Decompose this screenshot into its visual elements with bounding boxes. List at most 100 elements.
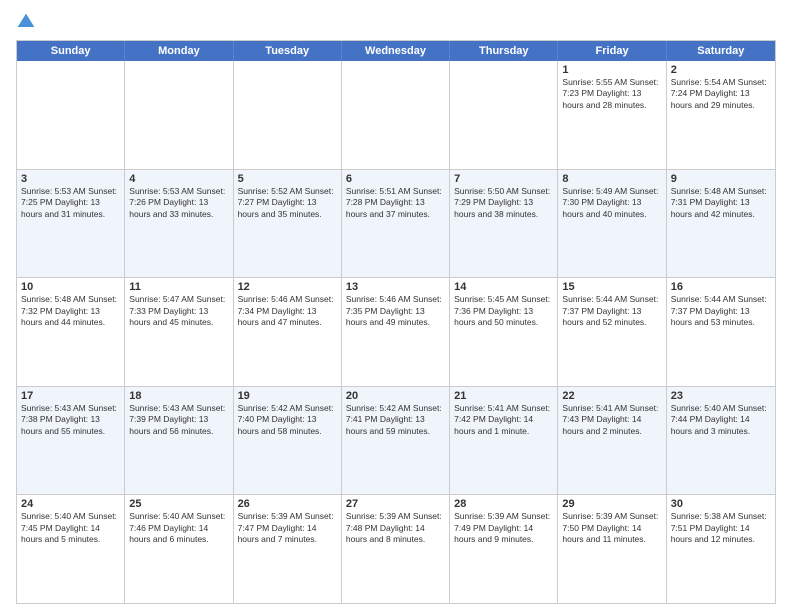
- cal-cell: 4Sunrise: 5:53 AM Sunset: 7:26 PM Daylig…: [125, 170, 233, 278]
- cal-cell: 1Sunrise: 5:55 AM Sunset: 7:23 PM Daylig…: [558, 61, 666, 169]
- day-info: Sunrise: 5:40 AM Sunset: 7:45 PM Dayligh…: [21, 511, 120, 545]
- cal-cell: 14Sunrise: 5:45 AM Sunset: 7:36 PM Dayli…: [450, 278, 558, 386]
- day-info: Sunrise: 5:48 AM Sunset: 7:31 PM Dayligh…: [671, 186, 771, 220]
- cal-cell: 10Sunrise: 5:48 AM Sunset: 7:32 PM Dayli…: [17, 278, 125, 386]
- cal-cell: 3Sunrise: 5:53 AM Sunset: 7:25 PM Daylig…: [17, 170, 125, 278]
- cal-cell: [234, 61, 342, 169]
- header-cell-sunday: Sunday: [17, 41, 125, 61]
- cal-cell: 23Sunrise: 5:40 AM Sunset: 7:44 PM Dayli…: [667, 387, 775, 495]
- header-cell-monday: Monday: [125, 41, 233, 61]
- day-number: 9: [671, 173, 771, 185]
- logo: [16, 12, 40, 32]
- day-info: Sunrise: 5:48 AM Sunset: 7:32 PM Dayligh…: [21, 294, 120, 328]
- page: SundayMondayTuesdayWednesdayThursdayFrid…: [0, 0, 792, 612]
- cal-cell: 6Sunrise: 5:51 AM Sunset: 7:28 PM Daylig…: [342, 170, 450, 278]
- day-info: Sunrise: 5:44 AM Sunset: 7:37 PM Dayligh…: [562, 294, 661, 328]
- header-cell-tuesday: Tuesday: [234, 41, 342, 61]
- day-info: Sunrise: 5:46 AM Sunset: 7:34 PM Dayligh…: [238, 294, 337, 328]
- cal-cell: 28Sunrise: 5:39 AM Sunset: 7:49 PM Dayli…: [450, 495, 558, 603]
- day-info: Sunrise: 5:41 AM Sunset: 7:43 PM Dayligh…: [562, 403, 661, 437]
- day-number: 25: [129, 498, 228, 510]
- day-info: Sunrise: 5:43 AM Sunset: 7:39 PM Dayligh…: [129, 403, 228, 437]
- cal-cell: 24Sunrise: 5:40 AM Sunset: 7:45 PM Dayli…: [17, 495, 125, 603]
- day-number: 22: [562, 390, 661, 402]
- cal-cell: 13Sunrise: 5:46 AM Sunset: 7:35 PM Dayli…: [342, 278, 450, 386]
- cal-cell: 27Sunrise: 5:39 AM Sunset: 7:48 PM Dayli…: [342, 495, 450, 603]
- cal-cell: 19Sunrise: 5:42 AM Sunset: 7:40 PM Dayli…: [234, 387, 342, 495]
- day-info: Sunrise: 5:49 AM Sunset: 7:30 PM Dayligh…: [562, 186, 661, 220]
- cal-row-4: 24Sunrise: 5:40 AM Sunset: 7:45 PM Dayli…: [17, 494, 775, 603]
- day-info: Sunrise: 5:45 AM Sunset: 7:36 PM Dayligh…: [454, 294, 553, 328]
- cal-cell: [17, 61, 125, 169]
- cal-cell: 20Sunrise: 5:42 AM Sunset: 7:41 PM Dayli…: [342, 387, 450, 495]
- cal-cell: 8Sunrise: 5:49 AM Sunset: 7:30 PM Daylig…: [558, 170, 666, 278]
- cal-row-0: 1Sunrise: 5:55 AM Sunset: 7:23 PM Daylig…: [17, 61, 775, 169]
- day-info: Sunrise: 5:39 AM Sunset: 7:49 PM Dayligh…: [454, 511, 553, 545]
- day-number: 19: [238, 390, 337, 402]
- cal-cell: [450, 61, 558, 169]
- cal-cell: 25Sunrise: 5:40 AM Sunset: 7:46 PM Dayli…: [125, 495, 233, 603]
- day-number: 30: [671, 498, 771, 510]
- calendar: SundayMondayTuesdayWednesdayThursdayFrid…: [16, 40, 776, 604]
- day-info: Sunrise: 5:52 AM Sunset: 7:27 PM Dayligh…: [238, 186, 337, 220]
- day-number: 1: [562, 64, 661, 76]
- day-info: Sunrise: 5:55 AM Sunset: 7:23 PM Dayligh…: [562, 77, 661, 111]
- day-number: 4: [129, 173, 228, 185]
- day-number: 17: [21, 390, 120, 402]
- cal-cell: 26Sunrise: 5:39 AM Sunset: 7:47 PM Dayli…: [234, 495, 342, 603]
- day-info: Sunrise: 5:53 AM Sunset: 7:25 PM Dayligh…: [21, 186, 120, 220]
- day-number: 5: [238, 173, 337, 185]
- cal-cell: 9Sunrise: 5:48 AM Sunset: 7:31 PM Daylig…: [667, 170, 775, 278]
- day-info: Sunrise: 5:54 AM Sunset: 7:24 PM Dayligh…: [671, 77, 771, 111]
- day-number: 20: [346, 390, 445, 402]
- day-number: 18: [129, 390, 228, 402]
- day-info: Sunrise: 5:39 AM Sunset: 7:47 PM Dayligh…: [238, 511, 337, 545]
- cal-cell: 7Sunrise: 5:50 AM Sunset: 7:29 PM Daylig…: [450, 170, 558, 278]
- cal-row-1: 3Sunrise: 5:53 AM Sunset: 7:25 PM Daylig…: [17, 169, 775, 278]
- cal-cell: 5Sunrise: 5:52 AM Sunset: 7:27 PM Daylig…: [234, 170, 342, 278]
- day-info: Sunrise: 5:41 AM Sunset: 7:42 PM Dayligh…: [454, 403, 553, 437]
- day-info: Sunrise: 5:42 AM Sunset: 7:40 PM Dayligh…: [238, 403, 337, 437]
- day-number: 24: [21, 498, 120, 510]
- day-number: 12: [238, 281, 337, 293]
- day-number: 13: [346, 281, 445, 293]
- header-cell-saturday: Saturday: [667, 41, 775, 61]
- day-info: Sunrise: 5:38 AM Sunset: 7:51 PM Dayligh…: [671, 511, 771, 545]
- cal-cell: [125, 61, 233, 169]
- day-number: 14: [454, 281, 553, 293]
- day-info: Sunrise: 5:44 AM Sunset: 7:37 PM Dayligh…: [671, 294, 771, 328]
- header-cell-wednesday: Wednesday: [342, 41, 450, 61]
- logo-icon: [16, 12, 36, 32]
- day-info: Sunrise: 5:39 AM Sunset: 7:50 PM Dayligh…: [562, 511, 661, 545]
- cal-cell: 30Sunrise: 5:38 AM Sunset: 7:51 PM Dayli…: [667, 495, 775, 603]
- calendar-header: SundayMondayTuesdayWednesdayThursdayFrid…: [17, 41, 775, 61]
- day-number: 23: [671, 390, 771, 402]
- cal-row-3: 17Sunrise: 5:43 AM Sunset: 7:38 PM Dayli…: [17, 386, 775, 495]
- cal-cell: 11Sunrise: 5:47 AM Sunset: 7:33 PM Dayli…: [125, 278, 233, 386]
- calendar-body: 1Sunrise: 5:55 AM Sunset: 7:23 PM Daylig…: [17, 61, 775, 603]
- day-number: 26: [238, 498, 337, 510]
- day-number: 16: [671, 281, 771, 293]
- day-info: Sunrise: 5:42 AM Sunset: 7:41 PM Dayligh…: [346, 403, 445, 437]
- day-number: 28: [454, 498, 553, 510]
- cal-cell: 16Sunrise: 5:44 AM Sunset: 7:37 PM Dayli…: [667, 278, 775, 386]
- day-number: 27: [346, 498, 445, 510]
- day-number: 3: [21, 173, 120, 185]
- day-info: Sunrise: 5:47 AM Sunset: 7:33 PM Dayligh…: [129, 294, 228, 328]
- cal-cell: 17Sunrise: 5:43 AM Sunset: 7:38 PM Dayli…: [17, 387, 125, 495]
- cal-cell: [342, 61, 450, 169]
- header-cell-friday: Friday: [558, 41, 666, 61]
- cal-cell: 29Sunrise: 5:39 AM Sunset: 7:50 PM Dayli…: [558, 495, 666, 603]
- day-number: 11: [129, 281, 228, 293]
- day-number: 2: [671, 64, 771, 76]
- day-info: Sunrise: 5:53 AM Sunset: 7:26 PM Dayligh…: [129, 186, 228, 220]
- cal-cell: 21Sunrise: 5:41 AM Sunset: 7:42 PM Dayli…: [450, 387, 558, 495]
- cal-cell: 12Sunrise: 5:46 AM Sunset: 7:34 PM Dayli…: [234, 278, 342, 386]
- day-number: 6: [346, 173, 445, 185]
- day-number: 8: [562, 173, 661, 185]
- cal-cell: 22Sunrise: 5:41 AM Sunset: 7:43 PM Dayli…: [558, 387, 666, 495]
- day-number: 7: [454, 173, 553, 185]
- cal-cell: 15Sunrise: 5:44 AM Sunset: 7:37 PM Dayli…: [558, 278, 666, 386]
- day-info: Sunrise: 5:39 AM Sunset: 7:48 PM Dayligh…: [346, 511, 445, 545]
- cal-row-2: 10Sunrise: 5:48 AM Sunset: 7:32 PM Dayli…: [17, 277, 775, 386]
